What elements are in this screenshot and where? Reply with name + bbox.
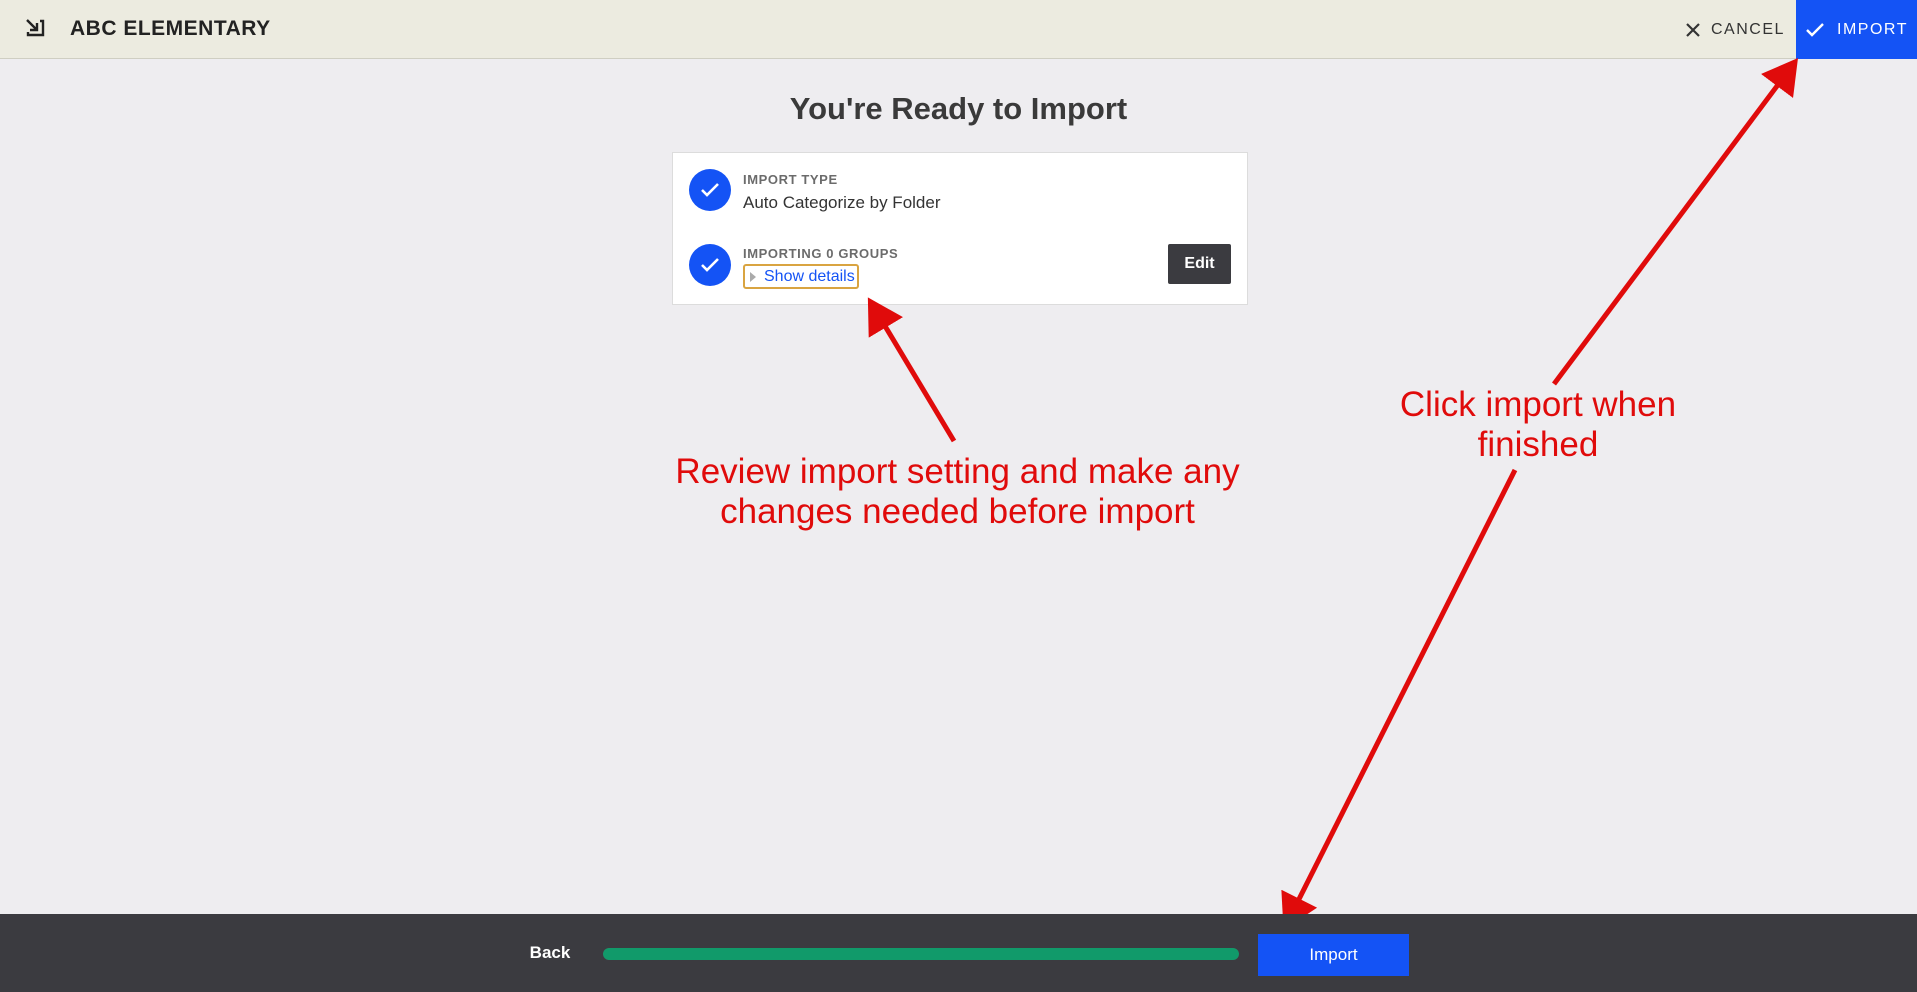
annotation-click-line2: finished xyxy=(1477,425,1599,464)
back-button[interactable]: Back xyxy=(520,914,580,992)
caret-right-icon xyxy=(750,271,756,282)
progress-fill xyxy=(603,948,1239,960)
importing-groups-label: IMPORTING 0 GROUPS xyxy=(743,246,899,261)
app-title: ABC ELEMENTARY xyxy=(70,17,271,40)
checkmark-circle-icon xyxy=(689,169,731,211)
annotation-click-import: Click import when finished xyxy=(1378,385,1698,465)
show-details-label: Show details xyxy=(764,267,855,285)
page-title: You're Ready to Import xyxy=(789,91,1128,126)
show-details-toggle[interactable]: Show details xyxy=(743,264,859,289)
import-label-top: IMPORT xyxy=(1837,20,1908,38)
import-summary-card: IMPORT TYPE Auto Categorize by Folder IM… xyxy=(672,152,1248,305)
checkmark-circle-icon xyxy=(689,244,731,286)
annotation-click-line1: Click import when xyxy=(1399,385,1677,424)
checkmark-icon xyxy=(1806,22,1824,37)
annotation-review: Review import setting and make any chang… xyxy=(640,452,1275,532)
cancel-button[interactable]: CANCEL xyxy=(1685,0,1795,59)
import-type-label: IMPORT TYPE xyxy=(743,172,838,187)
top-bar: ABC ELEMENTARY CANCEL IMPORT xyxy=(0,0,1917,59)
import-button-top[interactable]: IMPORT xyxy=(1796,0,1917,59)
cancel-label: CANCEL xyxy=(1711,20,1785,38)
annotation-review-line2: changes needed before import xyxy=(720,492,1195,531)
arrow-to-bottom-import xyxy=(1281,468,1518,930)
import-arrow-icon xyxy=(26,19,45,37)
annotation-review-line1: Review import setting and make any xyxy=(675,452,1240,491)
edit-button[interactable]: Edit xyxy=(1168,244,1231,284)
close-icon xyxy=(1686,22,1700,37)
progress-bar xyxy=(603,948,1239,960)
import-button-bottom[interactable]: Import xyxy=(1258,934,1409,976)
import-type-value: Auto Categorize by Folder xyxy=(743,193,941,212)
arrow-to-details xyxy=(867,297,957,443)
